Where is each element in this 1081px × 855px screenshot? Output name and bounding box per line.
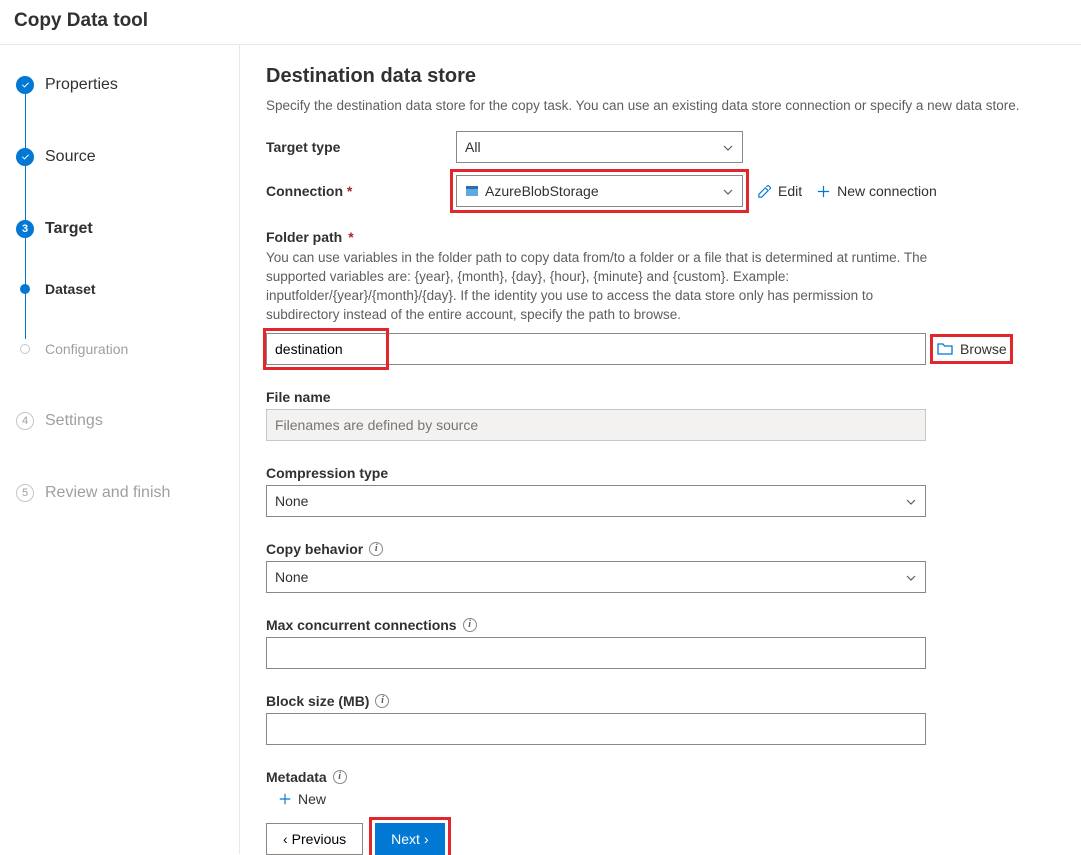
step-label: Review and finish [45,484,170,502]
main-content: Destination data store Specify the desti… [240,45,1081,854]
step-label: Target [45,220,93,238]
wizard-footer: Previous Next [266,807,1055,855]
page-description: Specify the destination data store for t… [266,98,1055,113]
info-icon[interactable]: i [369,542,383,556]
metadata-label: Metadata i [266,769,1055,785]
info-icon[interactable]: i [463,618,477,632]
chevron-down-icon [905,571,917,583]
max-connections-input[interactable] [266,637,926,669]
page-header: Copy Data tool [0,0,1081,45]
page-title: Destination data store [266,65,1055,88]
info-icon[interactable]: i [375,694,389,708]
step-review[interactable]: 5 Review and finish [0,471,239,515]
storage-icon [465,184,479,198]
folder-path-help: You can use variables in the folder path… [266,249,946,325]
max-connections-label: Max concurrent connections i [266,617,1055,633]
step-number-icon: 4 [16,412,34,430]
plus-icon [816,183,832,199]
block-size-label: Block size (MB) i [266,693,1055,709]
chevron-down-icon [905,495,917,507]
step-label: Properties [45,76,118,94]
copy-behavior-label: Copy behavior i [266,541,1055,557]
checkmark-icon [16,148,34,166]
step-settings[interactable]: 4 Settings [0,399,239,443]
chevron-down-icon [722,141,734,153]
step-properties[interactable]: Properties [0,63,239,107]
substep-label: Configuration [45,341,128,357]
select-value: None [275,569,308,585]
select-value: All [465,139,481,155]
new-connection-button[interactable]: New connection [816,183,937,199]
substep-configuration[interactable]: Configuration [0,327,239,371]
checkmark-icon [16,76,34,94]
select-value: AzureBlobStorage [485,183,599,199]
plus-icon [278,792,292,806]
edit-connection-button[interactable]: Edit [757,183,802,199]
chevron-down-icon [722,185,734,197]
chevron-right-icon [424,831,429,847]
active-dot-icon [20,284,30,294]
step-number-icon: 3 [16,220,34,238]
select-value: None [275,493,308,509]
folder-path-input[interactable] [266,333,926,365]
step-number-icon: 5 [16,484,34,502]
previous-button[interactable]: Previous [266,823,363,855]
chevron-left-icon [283,831,288,847]
step-label: Settings [45,412,103,430]
file-name-input [266,409,926,441]
metadata-new-button[interactable]: New [278,791,1055,807]
wizard-sidebar: Properties Source 3 Target Dataset Confi… [0,45,240,854]
step-label: Source [45,148,96,166]
target-type-select[interactable]: All [456,131,743,163]
file-name-label: File name [266,389,1055,405]
step-source[interactable]: Source [0,135,239,179]
todo-dot-icon [20,344,30,354]
target-type-label: Target type [266,139,456,155]
browse-button[interactable]: Browse [936,340,1007,358]
compression-label: Compression type [266,465,1055,481]
block-size-input[interactable] [266,713,926,745]
info-icon[interactable]: i [333,770,347,784]
connection-select[interactable]: AzureBlobStorage [456,175,743,207]
step-target[interactable]: 3 Target [0,207,239,251]
connection-label: Connection * [266,183,456,199]
folder-icon [936,340,954,358]
progress-line [25,81,26,339]
next-button[interactable]: Next [375,823,444,855]
pencil-icon [757,183,773,199]
substep-label: Dataset [45,281,96,297]
folder-path-label: Folder path * [266,229,1055,245]
copy-behavior-select[interactable]: None [266,561,926,593]
compression-select[interactable]: None [266,485,926,517]
substep-dataset[interactable]: Dataset [0,267,239,311]
